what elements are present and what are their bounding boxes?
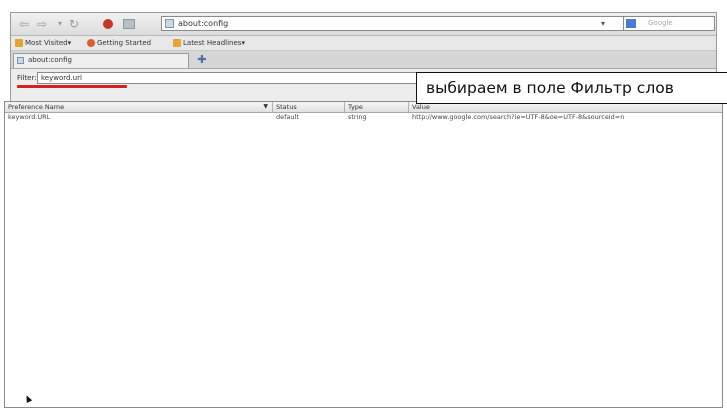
address-bar[interactable]: about:config: [161, 16, 636, 31]
page-favicon-icon: [165, 19, 174, 28]
preferences-table: Preference Name ▼ Status Type Value keywo…: [4, 101, 723, 408]
bookmark-label: Most Visited▾: [25, 39, 72, 47]
tab-about-config[interactable]: about:config: [13, 53, 189, 68]
highlight-underline: [17, 85, 127, 88]
new-tab-icon[interactable]: ✚: [195, 53, 209, 67]
history-dropdown-icon[interactable]: ▾: [53, 17, 67, 31]
cell-status: default: [276, 113, 299, 121]
navigation-toolbar: ⇦ ⇨ ▾ ↻ about:config ▾ Google: [11, 13, 716, 36]
bookmark-latest-headlines[interactable]: Latest Headlines▾: [173, 36, 245, 50]
filter-label: Filter:: [17, 74, 37, 82]
cell-preference-name: keyword.URL: [8, 113, 51, 121]
column-label: Status: [276, 103, 297, 111]
star-folder-icon: [15, 39, 23, 47]
home-icon[interactable]: [123, 19, 135, 29]
bookmark-label: Getting Started: [97, 39, 152, 47]
bookmark-most-visited[interactable]: Most Visited▾: [15, 36, 71, 50]
search-box[interactable]: Google: [623, 16, 715, 31]
column-header-type[interactable]: Type: [345, 102, 409, 112]
column-label: Preference Name: [8, 103, 65, 111]
firefox-icon: [87, 39, 95, 47]
column-label: Type: [348, 103, 363, 111]
back-arrow-icon[interactable]: ⇦: [17, 17, 31, 31]
annotation-callout: выбираем в поле Фильтр слов: [416, 72, 727, 104]
bookmark-label: Latest Headlines▾: [183, 39, 245, 47]
forward-arrow-icon[interactable]: ⇨: [35, 17, 49, 31]
column-header-status[interactable]: Status: [273, 102, 345, 112]
rss-icon: [173, 39, 181, 47]
cell-type: string: [348, 113, 367, 121]
tab-label: about:config: [28, 56, 72, 64]
stop-icon[interactable]: [103, 19, 113, 29]
bookmark-getting-started[interactable]: Getting Started: [87, 36, 151, 50]
search-engine-icon[interactable]: [626, 19, 636, 28]
column-label: Value: [412, 103, 430, 111]
reload-icon[interactable]: ↻: [67, 17, 81, 31]
tab-favicon-icon: [17, 57, 24, 64]
url-dropdown-icon[interactable]: ▾: [601, 16, 605, 31]
search-placeholder: Google: [648, 19, 673, 27]
table-row[interactable]: keyword.URL default string http://www.go…: [5, 113, 722, 122]
cell-value: http://www.google.com/search?ie=UTF-8&oe…: [412, 113, 625, 121]
bookmarks-toolbar: Most Visited▾ Getting Started Latest Hea…: [11, 36, 716, 51]
column-header-preference-name[interactable]: Preference Name ▼: [5, 102, 273, 112]
tab-strip: about:config ✚: [11, 51, 716, 69]
filter-value: keyword.url: [41, 74, 82, 82]
sort-arrow-icon: ▼: [263, 103, 268, 110]
address-text: about:config: [178, 19, 229, 28]
